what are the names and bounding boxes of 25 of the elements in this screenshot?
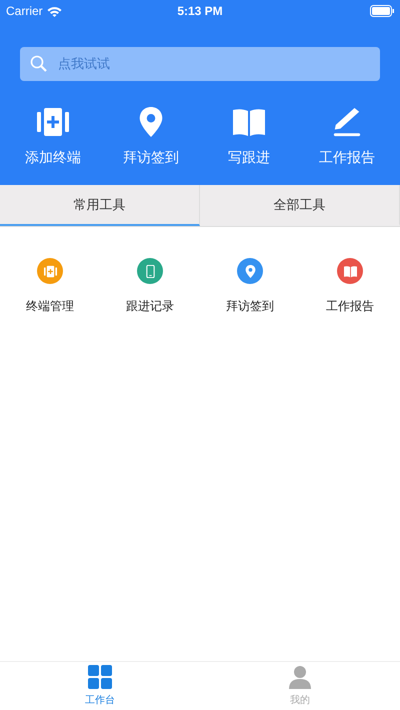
battery-icon — [370, 5, 394, 17]
tool-button[interactable]: 拜访签到 — [200, 258, 300, 315]
quick-action-button[interactable]: 工作报告 — [298, 107, 396, 167]
phone-icon — [144, 264, 156, 278]
tool-button[interactable]: 工作报告 — [300, 258, 400, 315]
tool-button[interactable]: 终端管理 — [0, 258, 100, 315]
search-field[interactable]: 点我试试 — [20, 47, 380, 81]
tab-bar-item[interactable]: 工作台 — [0, 662, 200, 710]
quick-action-button[interactable]: 添加终端 — [4, 107, 102, 167]
medical-kit-icon — [44, 264, 56, 278]
carrier-label: Carrier — [6, 4, 43, 18]
tab[interactable]: 常用工具 — [0, 185, 200, 226]
open-book-icon — [233, 107, 265, 137]
quick-action-button[interactable]: 拜访签到 — [102, 107, 200, 167]
tab[interactable]: 全部工具 — [200, 185, 400, 226]
tool-button[interactable]: 跟进记录 — [100, 258, 200, 315]
grid-icon — [88, 665, 112, 689]
wifi-icon — [46, 6, 62, 16]
medical-kit-icon — [37, 107, 69, 137]
pen-icon — [331, 107, 363, 137]
location-pin-icon — [244, 264, 256, 278]
open-book-icon — [344, 264, 356, 278]
quick-action-button[interactable]: 写跟进 — [200, 107, 298, 167]
clock-time: 5:13 PM — [177, 4, 223, 18]
person-icon — [288, 665, 312, 689]
